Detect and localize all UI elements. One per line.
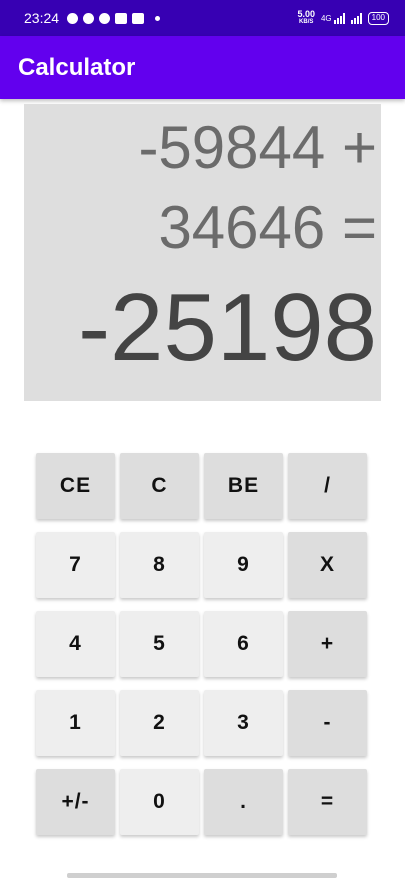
signal-icon (350, 12, 362, 24)
signal-icon (333, 12, 345, 24)
app-title: Calculator (18, 53, 136, 81)
digit-4-button[interactable]: 4 (36, 611, 115, 677)
subtract-button[interactable]: - (288, 690, 367, 756)
multiply-button[interactable]: X (288, 532, 367, 598)
facebook-icon (83, 12, 95, 24)
digit-9-button[interactable]: 9 (204, 532, 283, 598)
vpn-icon (115, 12, 128, 24)
keypad: CE C BE / 7 8 9 X 4 5 6 + 1 2 3 - +/- 0 … (36, 453, 370, 835)
result-value: -25198 (78, 274, 377, 381)
digit-1-button[interactable]: 1 (36, 690, 115, 756)
dot-icon (155, 15, 161, 21)
clear-entry-button[interactable]: CE (36, 453, 115, 519)
status-bar: 23:24 5.00 KB/S 4G 100 (0, 0, 405, 36)
status-time: 23:24 (24, 10, 60, 26)
expression-line-1: -59844 + (138, 114, 377, 181)
calculator-display: -59844 + 34646 = -25198 (24, 104, 381, 401)
expression-line-2: 34646 = (158, 194, 377, 261)
gesture-nav-bar[interactable] (67, 873, 337, 878)
backspace-button[interactable]: BE (204, 453, 283, 519)
speed-unit: KB/S (299, 19, 314, 25)
network-speed: 5.00 KB/S (297, 10, 315, 26)
clear-button[interactable]: C (120, 453, 199, 519)
network-type: 4G (320, 13, 332, 23)
digit-8-button[interactable]: 8 (120, 532, 199, 598)
digit-6-button[interactable]: 6 (204, 611, 283, 677)
digit-7-button[interactable]: 7 (36, 532, 115, 598)
messenger-icon (67, 12, 79, 24)
add-button[interactable]: + (288, 611, 367, 677)
digit-3-button[interactable]: 3 (204, 690, 283, 756)
notification-icons (67, 12, 161, 24)
decimal-button[interactable]: . (204, 769, 283, 835)
system-icons: 5.00 KB/S 4G 100 (297, 10, 389, 26)
battery-level: 100 (371, 13, 385, 22)
equals-button[interactable]: = (288, 769, 367, 835)
digit-2-button[interactable]: 2 (120, 690, 199, 756)
speed-value: 5.00 (297, 9, 315, 19)
battery-icon: 100 (367, 11, 389, 25)
digit-5-button[interactable]: 5 (120, 611, 199, 677)
facebook-icon (99, 12, 111, 24)
divide-button[interactable]: / (288, 453, 367, 519)
digit-0-button[interactable]: 0 (120, 769, 199, 835)
negate-button[interactable]: +/- (36, 769, 115, 835)
notification-icon (132, 12, 145, 24)
app-bar: Calculator (0, 36, 405, 99)
